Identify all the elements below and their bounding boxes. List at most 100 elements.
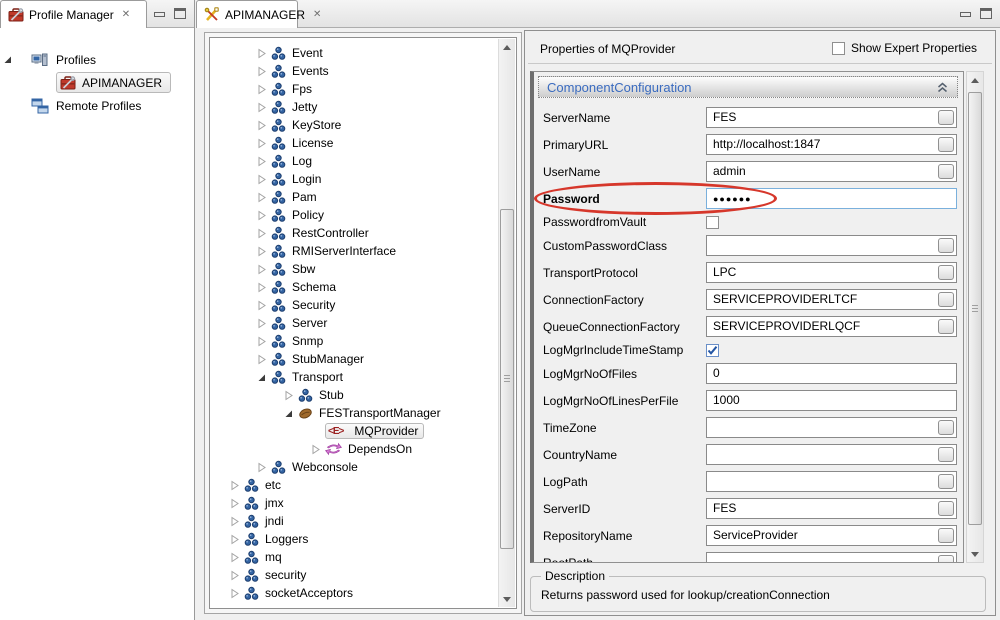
- tree-item-security[interactable]: security: [210, 566, 516, 584]
- field-options-button[interactable]: [938, 501, 954, 516]
- section-header-componentconfiguration[interactable]: ComponentConfiguration: [538, 76, 958, 98]
- repositoryname-input[interactable]: ServiceProvider: [706, 525, 957, 546]
- tree-item-dependson[interactable]: DependsOn: [210, 440, 516, 458]
- connectionfactory-input[interactable]: SERVICEPROVIDERLTCF: [706, 289, 957, 310]
- tree-item-remote-profiles[interactable]: Remote Profiles: [0, 94, 194, 117]
- field-options-button[interactable]: [938, 474, 954, 489]
- tree-item-mq[interactable]: mq: [210, 548, 516, 566]
- expand-arrow-collapsed-icon[interactable]: [257, 48, 271, 59]
- expand-arrow-collapsed-icon[interactable]: [257, 336, 271, 347]
- tree-item-rmiserverinterface[interactable]: RMIServerInterface: [210, 242, 516, 260]
- tree-item-event[interactable]: Event: [210, 44, 516, 62]
- countryname-input[interactable]: [706, 444, 957, 465]
- scroll-up-icon[interactable]: [499, 39, 515, 55]
- expand-arrow-collapsed-icon[interactable]: [257, 66, 271, 77]
- field-options-button[interactable]: [938, 447, 954, 462]
- logmgrincludetimestamp-checkbox[interactable]: [706, 344, 719, 357]
- field-options-button[interactable]: [938, 292, 954, 307]
- expand-arrow-collapsed-icon[interactable]: [257, 264, 271, 275]
- field-options-button[interactable]: [938, 110, 954, 125]
- maximize-icon[interactable]: [174, 8, 186, 19]
- tree-item-log[interactable]: Log: [210, 152, 516, 170]
- field-options-button[interactable]: [938, 238, 954, 253]
- tree-scrollbar[interactable]: [498, 39, 515, 607]
- tree-item-restcontroller[interactable]: RestController: [210, 224, 516, 242]
- properties-scrollbar[interactable]: [966, 71, 984, 563]
- tree-item-snmp[interactable]: Snmp: [210, 332, 516, 350]
- expand-arrow-collapsed-icon[interactable]: [230, 498, 244, 509]
- tree-item-stub[interactable]: Stub: [210, 386, 516, 404]
- scrollbar-thumb[interactable]: [500, 209, 514, 549]
- tree-item-sbw[interactable]: Sbw: [210, 260, 516, 278]
- tree-item-license[interactable]: License: [210, 134, 516, 152]
- tree-item-keystore[interactable]: KeyStore: [210, 116, 516, 134]
- tree-item-jetty[interactable]: Jetty: [210, 98, 516, 116]
- custompasswordclass-input[interactable]: [706, 235, 957, 256]
- expand-arrow-collapsed-icon[interactable]: [230, 588, 244, 599]
- scroll-up-icon[interactable]: [967, 72, 983, 88]
- logpath-input[interactable]: [706, 471, 957, 492]
- expand-arrow-collapsed-icon[interactable]: [230, 534, 244, 545]
- expand-arrow-collapsed-icon[interactable]: [284, 390, 298, 401]
- scroll-down-icon[interactable]: [499, 591, 515, 607]
- tree-item-etc[interactable]: etc: [210, 476, 516, 494]
- expand-arrow-collapsed-icon[interactable]: [257, 318, 271, 329]
- primaryurl-input[interactable]: http://localhost:1847: [706, 134, 957, 155]
- serverid-input[interactable]: FES: [706, 498, 957, 519]
- expand-arrow-collapsed-icon[interactable]: [230, 516, 244, 527]
- logmgrnooffiles-input[interactable]: 0: [706, 363, 957, 384]
- tree-item-policy[interactable]: Policy: [210, 206, 516, 224]
- expand-arrow-collapsed-icon[interactable]: [257, 102, 271, 113]
- expand-arrow-collapsed-icon[interactable]: [257, 138, 271, 149]
- tree-item-mqprovider[interactable]: <E>MQProvider: [210, 422, 516, 440]
- timezone-input[interactable]: [706, 417, 957, 438]
- field-options-button[interactable]: [938, 319, 954, 334]
- expand-arrow-collapsed-icon[interactable]: [257, 84, 271, 95]
- field-options-button[interactable]: [938, 164, 954, 179]
- collapse-chevron-icon[interactable]: [936, 81, 949, 94]
- tree-item-server[interactable]: Server: [210, 314, 516, 332]
- expand-arrow-collapsed-icon[interactable]: [311, 444, 325, 455]
- tree-item-schema[interactable]: Schema: [210, 278, 516, 296]
- field-options-button[interactable]: [938, 528, 954, 543]
- expand-arrow-collapsed-icon[interactable]: [257, 174, 271, 185]
- expand-arrow-collapsed-icon[interactable]: [230, 570, 244, 581]
- scrollbar-thumb[interactable]: [968, 92, 982, 525]
- field-options-button[interactable]: [938, 265, 954, 280]
- tree-item-events[interactable]: Events: [210, 62, 516, 80]
- tree-item-stubmanager[interactable]: StubManager: [210, 350, 516, 368]
- show-expert-properties[interactable]: Show Expert Properties: [832, 41, 977, 55]
- expand-arrow-collapsed-icon[interactable]: [257, 300, 271, 311]
- minimize-icon[interactable]: [154, 12, 165, 17]
- servername-input[interactable]: FES: [706, 107, 957, 128]
- expand-arrow-collapsed-icon[interactable]: [230, 552, 244, 563]
- tab-profile-manager[interactable]: Profile Manager ✕: [0, 0, 147, 28]
- expand-arrow-collapsed-icon[interactable]: [257, 462, 271, 473]
- tree-item-webconsole[interactable]: Webconsole: [210, 458, 516, 476]
- expand-arrow-collapsed-icon[interactable]: [257, 354, 271, 365]
- expand-arrow-expanded-icon[interactable]: [284, 408, 298, 419]
- tree-item-jmx[interactable]: jmx: [210, 494, 516, 512]
- password-input[interactable]: ●●●●●●: [706, 188, 957, 209]
- tab-apimanager[interactable]: APIMANAGER ✕: [196, 0, 298, 28]
- expand-arrow-collapsed-icon[interactable]: [257, 120, 271, 131]
- transportprotocol-input[interactable]: LPC: [706, 262, 957, 283]
- field-options-button[interactable]: [938, 555, 954, 563]
- minimize-icon[interactable]: [960, 12, 971, 17]
- expand-arrow-collapsed-icon[interactable]: [257, 246, 271, 257]
- logmgrnooflinesperfile-input[interactable]: 1000: [706, 390, 957, 411]
- tree-item-festransportmanager[interactable]: FESTransportManager: [210, 404, 516, 422]
- expand-arrow-collapsed-icon[interactable]: [257, 210, 271, 221]
- tree-item-login[interactable]: Login: [210, 170, 516, 188]
- username-input[interactable]: admin: [706, 161, 957, 182]
- close-icon[interactable]: ✕: [122, 9, 130, 20]
- tree-item-security[interactable]: Security: [210, 296, 516, 314]
- tree-item-fps[interactable]: Fps: [210, 80, 516, 98]
- expand-arrow-collapsed-icon[interactable]: [257, 156, 271, 167]
- expand-arrow-collapsed-icon[interactable]: [257, 282, 271, 293]
- tree-item-pam[interactable]: Pam: [210, 188, 516, 206]
- expand-arrow-collapsed-icon[interactable]: [230, 480, 244, 491]
- queueconnectionfactory-input[interactable]: SERVICEPROVIDERLQCF: [706, 316, 957, 337]
- close-icon[interactable]: ✕: [313, 9, 321, 20]
- tree-item-loggers[interactable]: Loggers: [210, 530, 516, 548]
